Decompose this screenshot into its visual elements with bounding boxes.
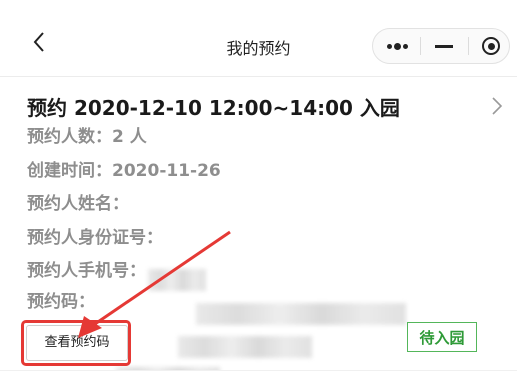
created-time-row: 创建时间：2020-11-26 bbox=[27, 159, 221, 183]
code-label: 预约码： bbox=[27, 292, 95, 312]
close-mini-program-button[interactable] bbox=[474, 29, 508, 63]
redacted-phone-number bbox=[178, 336, 312, 358]
minimize-button[interactable] bbox=[428, 29, 460, 63]
redacted-name bbox=[148, 269, 206, 291]
count-label: 预约人数： bbox=[27, 127, 112, 147]
code-row: 预约码： bbox=[27, 290, 95, 314]
reservation-title: 预约 2020-12-10 12:00~14:00 入园 bbox=[27, 96, 400, 120]
count-value: 2 人 bbox=[112, 127, 147, 147]
phone-row: 预约人手机号： bbox=[27, 259, 146, 283]
reservation-card[interactable]: 预约 2020-12-10 12:00~14:00 入园 预约人数：2 人 创建… bbox=[0, 77, 517, 371]
created-label: 创建时间： bbox=[27, 161, 112, 181]
minimize-icon bbox=[435, 45, 453, 48]
reservation-count-row: 预约人数：2 人 bbox=[27, 125, 147, 149]
name-row: 预约人姓名： bbox=[27, 192, 129, 216]
created-value: 2020-11-26 bbox=[112, 161, 221, 181]
chevron-right-icon[interactable] bbox=[488, 95, 506, 117]
page: 我的预约 预约 2020-12-10 12:00~14:00 入园 预约人数：2… bbox=[0, 0, 517, 371]
redacted-id-number bbox=[196, 303, 406, 325]
view-reservation-code-button[interactable]: 查看预约码 bbox=[26, 325, 128, 361]
name-label: 预约人姓名： bbox=[27, 194, 129, 214]
capsule-divider bbox=[420, 37, 421, 55]
mini-program-capsule bbox=[372, 28, 510, 64]
capsule-divider bbox=[468, 37, 469, 55]
id-number-row: 预约人身份证号： bbox=[27, 226, 163, 250]
id-label: 预约人身份证号： bbox=[27, 228, 163, 248]
phone-label: 预约人手机号： bbox=[27, 261, 146, 281]
more-button[interactable] bbox=[373, 29, 417, 63]
status-badge: 待入园 bbox=[407, 322, 477, 352]
navigation-bar: 我的预约 bbox=[0, 0, 517, 77]
